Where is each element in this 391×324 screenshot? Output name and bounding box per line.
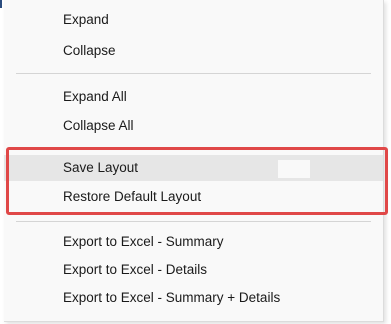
menu-item-collapse[interactable]: Collapse	[4, 38, 383, 64]
redaction-patch	[278, 160, 310, 178]
menu-separator	[16, 221, 371, 222]
menu-separator	[16, 73, 371, 74]
menu-item-save-layout[interactable]: Save Layout	[4, 155, 383, 181]
menu-separator	[16, 148, 371, 149]
menu-item-collapse-all[interactable]: Collapse All	[4, 113, 383, 139]
menu-item-expand[interactable]: Expand	[4, 7, 383, 33]
menu-item-restore-default-layout[interactable]: Restore Default Layout	[4, 184, 383, 210]
menu-item-export-details[interactable]: Export to Excel - Details	[4, 257, 383, 283]
menu-item-expand-all[interactable]: Expand All	[4, 84, 383, 110]
menu-item-export-summary[interactable]: Export to Excel - Summary	[4, 229, 383, 255]
menu-item-export-summary-details[interactable]: Export to Excel - Summary + Details	[4, 285, 383, 311]
window-edge	[0, 0, 2, 8]
screen: Expand Collapse Expand All Collapse All …	[0, 0, 391, 324]
context-menu: Expand Collapse Expand All Collapse All …	[4, 0, 384, 322]
